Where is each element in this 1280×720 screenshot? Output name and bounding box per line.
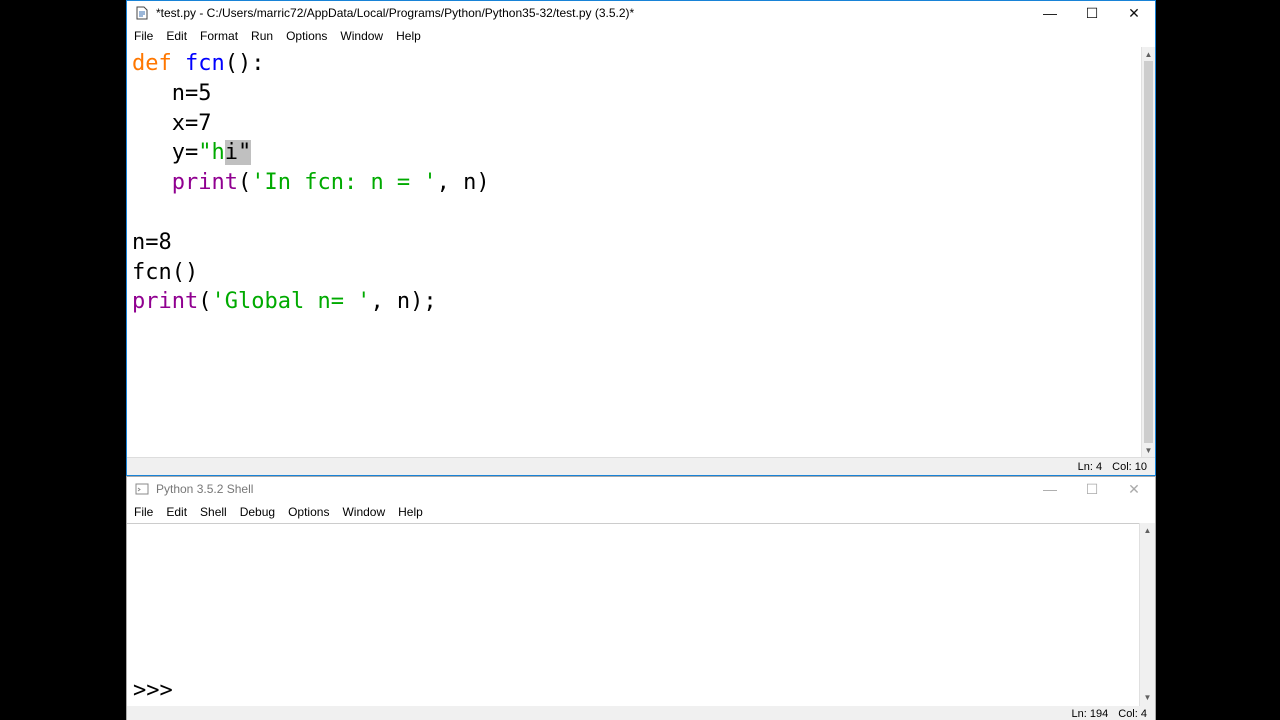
shell-scroll-down-arrow-icon[interactable]: ▼	[1140, 690, 1155, 704]
shell-line-number: Ln: 194	[1071, 708, 1109, 720]
menu-options[interactable]: Options	[286, 29, 327, 43]
shell-menu-file[interactable]: File	[134, 505, 153, 519]
string-quote-open: "	[198, 140, 212, 166]
code-text[interactable]: def fcn(): n=5 x=7 y="hi" print('In fcn:…	[132, 49, 490, 317]
menu-file[interactable]: File	[134, 29, 153, 43]
shell-maximize-button[interactable]: ☐	[1071, 477, 1113, 501]
function-name: fcn	[185, 51, 225, 76]
shell-prompt[interactable]: >>>	[133, 678, 173, 703]
shell-window: Python 3.5.2 Shell — ☐ ✕ File Edit Shell…	[126, 476, 1156, 720]
editor-scrollbar[interactable]: ▲ ▼	[1141, 47, 1155, 457]
python-shell-icon	[134, 481, 150, 497]
shell-menu-help[interactable]: Help	[398, 505, 423, 519]
shell-statusbar: Ln: 194 Col: 4	[127, 706, 1155, 720]
string-char-h: h	[211, 140, 225, 166]
scroll-up-arrow-icon[interactable]: ▲	[1142, 47, 1155, 61]
minimize-button[interactable]: —	[1029, 1, 1071, 25]
print-args-global: , n);	[370, 289, 437, 315]
scroll-down-arrow-icon[interactable]: ▼	[1142, 443, 1155, 457]
close-button[interactable]: ✕	[1113, 1, 1155, 25]
y-assign: y=	[171, 140, 199, 166]
selected-text: i	[224, 140, 238, 166]
print-args: , n)	[436, 170, 490, 196]
builtin-print: print	[171, 170, 238, 196]
paren-open: (	[237, 170, 252, 196]
code-line-2: n=5	[171, 80, 212, 106]
shell-output[interactable]: >>>	[127, 523, 1139, 720]
idle-file-icon	[134, 5, 150, 21]
def-params: ():	[224, 51, 265, 76]
shell-menubar: File Edit Shell Debug Options Window Hel…	[127, 501, 1155, 523]
code-line-8: fcn()	[132, 259, 199, 285]
string-global: 'Global n= '	[211, 289, 371, 315]
selected-quote: "	[238, 140, 252, 166]
menu-format[interactable]: Format	[200, 29, 238, 43]
editor-menubar: File Edit Format Run Options Window Help	[127, 25, 1155, 47]
shell-menu-shell[interactable]: Shell	[200, 505, 227, 519]
shell-scrollbar[interactable]: ▲ ▼	[1139, 523, 1155, 720]
shell-column-number: Col: 4	[1118, 708, 1147, 720]
menu-help[interactable]: Help	[396, 29, 421, 43]
editor-window: *test.py - C:/Users/marric72/AppData/Loc…	[126, 0, 1156, 476]
builtin-print-global: print	[132, 289, 199, 315]
shell-close-button[interactable]: ✕	[1113, 477, 1155, 501]
shell-menu-edit[interactable]: Edit	[166, 505, 187, 519]
code-line-7: n=8	[132, 229, 172, 255]
line-number: Ln: 4	[1077, 460, 1103, 473]
column-number: Col: 10	[1112, 460, 1147, 473]
keyword-def: def	[132, 51, 172, 76]
shell-menu-debug[interactable]: Debug	[240, 505, 275, 519]
editor-title: *test.py - C:/Users/marric72/AppData/Loc…	[156, 6, 635, 20]
editor-statusbar: Ln: 4 Col: 10	[127, 457, 1155, 475]
editor-titlebar[interactable]: *test.py - C:/Users/marric72/AppData/Loc…	[127, 1, 1155, 25]
shell-minimize-button[interactable]: —	[1029, 477, 1071, 501]
maximize-button[interactable]: ☐	[1071, 1, 1113, 25]
code-line-3: x=7	[171, 110, 212, 136]
menu-edit[interactable]: Edit	[166, 29, 187, 43]
shell-menu-options[interactable]: Options	[288, 505, 329, 519]
string-in-fcn: 'In fcn: n = '	[251, 170, 437, 196]
menu-run[interactable]: Run	[251, 29, 273, 43]
paren-open-global: (	[198, 289, 212, 315]
menu-window[interactable]: Window	[340, 29, 383, 43]
shell-scroll-up-arrow-icon[interactable]: ▲	[1140, 523, 1155, 537]
shell-menu-window[interactable]: Window	[342, 505, 385, 519]
shell-title: Python 3.5.2 Shell	[156, 482, 254, 496]
shell-titlebar[interactable]: Python 3.5.2 Shell — ☐ ✕	[127, 477, 1155, 501]
scroll-thumb[interactable]	[1144, 61, 1153, 443]
code-editor[interactable]: def fcn(): n=5 x=7 y="hi" print('In fcn:…	[127, 47, 1141, 457]
